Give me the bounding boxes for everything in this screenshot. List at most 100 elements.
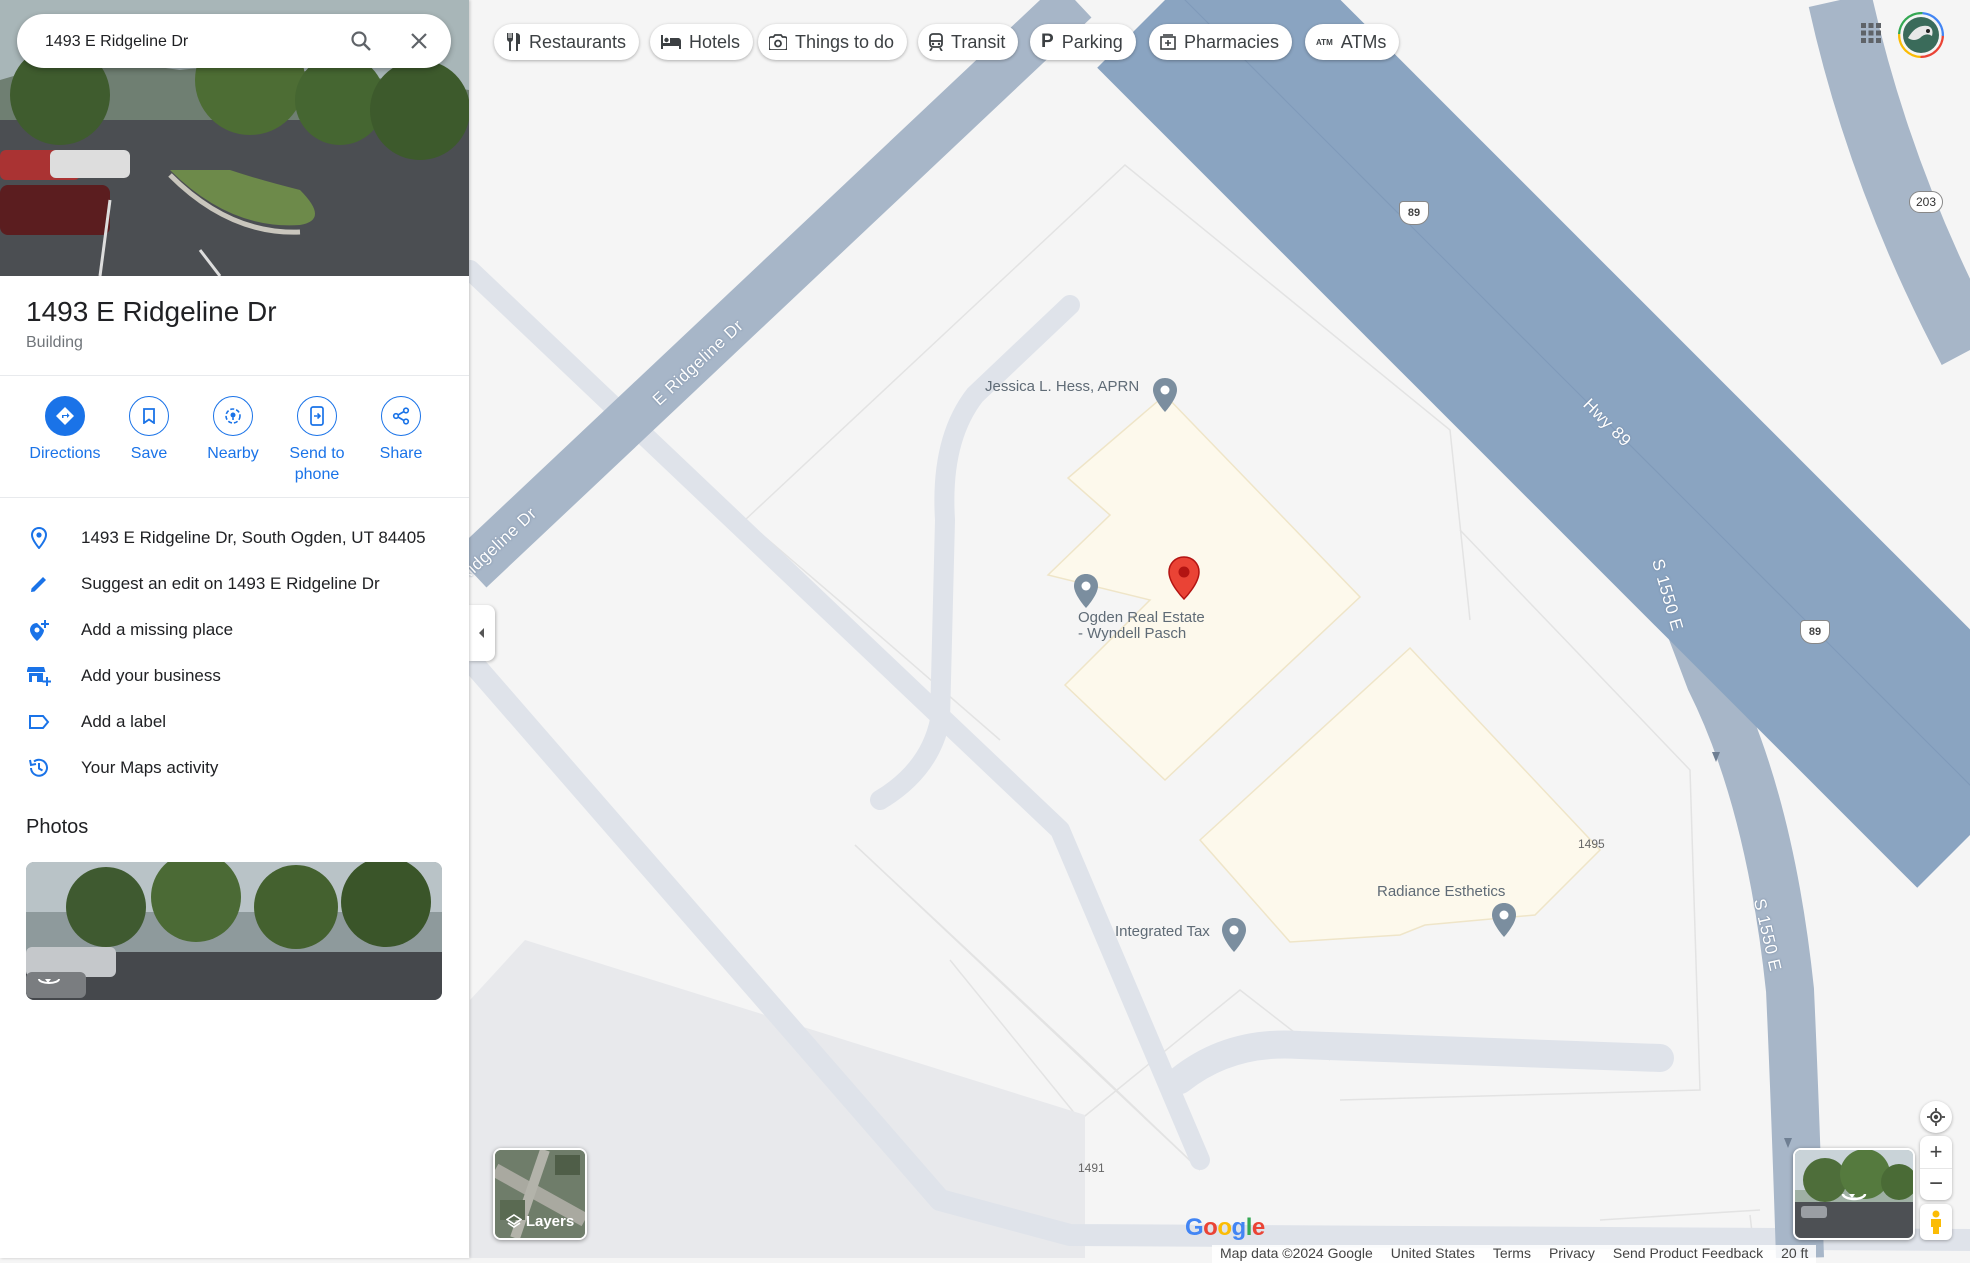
collapse-panel-button[interactable] (469, 605, 495, 661)
region-link[interactable]: United States (1391, 1245, 1475, 1263)
selected-location-pin-icon[interactable] (1168, 556, 1200, 600)
suggest-edit-row[interactable]: Suggest an edit on 1493 E Ridgeline Dr (0, 561, 469, 605)
bookmark-icon (129, 396, 169, 436)
address-number-1495: 1495 (1578, 837, 1605, 851)
search-icon (351, 31, 371, 51)
maps-activity-text: Your Maps activity (81, 758, 219, 777)
place-label-radiance-esthetics[interactable]: Radiance Esthetics (1377, 883, 1505, 900)
place-pin-icon[interactable] (1153, 378, 1177, 412)
add-business-text: Add your business (81, 666, 221, 685)
label-icon (26, 709, 52, 735)
zoom-in-button[interactable]: + (1920, 1137, 1952, 1169)
photos-heading: Photos (26, 816, 89, 838)
pegman-button[interactable] (1920, 1204, 1952, 1240)
scale-indicator[interactable]: 20 ft (1781, 1245, 1808, 1263)
search-input[interactable] (43, 26, 347, 58)
pencil-icon (26, 571, 52, 597)
divider (0, 497, 469, 498)
place-category: Building (26, 334, 83, 351)
pegman-icon (1931, 1210, 1941, 1234)
avatar[interactable] (1898, 12, 1944, 58)
save-button[interactable]: Save (107, 394, 191, 464)
location-pin-icon (26, 525, 52, 551)
chip-label: Restaurants (529, 31, 627, 52)
place-label: Jessica L. Hess, APRN (985, 378, 1140, 395)
layers-label: Layers (495, 1213, 585, 1230)
360-view-icon (38, 978, 60, 984)
directions-icon (45, 396, 85, 436)
route-203-shield: 203 (1909, 191, 1943, 213)
bed-icon (661, 35, 681, 49)
add-business-icon (26, 663, 52, 689)
chip-label: Parking (1061, 31, 1123, 52)
chip-pharmacies[interactable]: Pharmacies (1149, 24, 1293, 60)
parking-icon: P (1041, 31, 1054, 52)
map-footer: Map data ©2024 Google United States Term… (1212, 1245, 1817, 1263)
nearby-icon (213, 396, 253, 436)
action-label: Nearby (207, 445, 259, 462)
search-button[interactable] (345, 25, 377, 57)
chip-transit[interactable]: Transit (918, 24, 1019, 60)
zoom-controls: + − (1920, 1136, 1952, 1200)
add-label-row[interactable]: Add a label (0, 699, 469, 743)
maps-activity-row[interactable]: Your Maps activity (0, 745, 469, 789)
clear-search-button[interactable] (403, 25, 435, 57)
place-label-integrated-tax[interactable]: Integrated Tax (1115, 923, 1210, 940)
privacy-link[interactable]: Privacy (1549, 1245, 1595, 1263)
search-box (17, 14, 451, 68)
address-text: 1493 E Ridgeline Dr, South Ogden, UT 844… (81, 528, 426, 547)
place-pin-icon[interactable] (1492, 903, 1516, 937)
my-location-icon (1927, 1108, 1945, 1126)
place-label-ogden-real-estate[interactable]: Ogden Real Estate - Wyndell Pasch (1078, 610, 1205, 642)
chip-label: Transit (951, 31, 1006, 52)
address-row[interactable]: 1493 E Ridgeline Dr, South Ogden, UT 844… (0, 515, 469, 559)
chip-label: Hotels (689, 31, 741, 52)
layers-button[interactable]: Layers (493, 1148, 587, 1240)
share-button[interactable]: Share (359, 394, 443, 464)
share-icon (381, 396, 421, 436)
chevron-left-icon (479, 628, 484, 638)
chip-atms[interactable]: ATM ATMs (1305, 24, 1400, 60)
my-location-button[interactable] (1920, 1101, 1952, 1133)
map-data-attribution: Map data ©2024 Google (1220, 1245, 1373, 1261)
close-icon (411, 33, 427, 49)
divider (0, 375, 469, 376)
google-logo: Google (1185, 1214, 1265, 1241)
camera-icon (769, 34, 787, 50)
directions-button[interactable]: Directions (23, 394, 107, 464)
action-label: Send to phone (289, 445, 345, 483)
place-panel: 1493 E Ridgeline Dr Building Directions … (0, 0, 469, 1258)
send-to-phone-button[interactable]: Send to phone (275, 394, 359, 485)
layers-icon (505, 1213, 522, 1228)
place-pin-icon[interactable] (1074, 574, 1098, 608)
street-view-photo[interactable] (26, 862, 442, 1000)
page-title: 1493 E Ridgeline Dr (26, 296, 277, 327)
action-label: Share (379, 445, 423, 462)
add-business-row[interactable]: Add your business (0, 653, 469, 697)
chip-hotels[interactable]: Hotels (650, 24, 754, 60)
add-place-icon (26, 617, 52, 643)
place-pin-icon[interactable] (1222, 918, 1246, 952)
add-missing-place-text: Add a missing place (81, 620, 234, 639)
train-icon (929, 33, 943, 51)
us-89-shield: 89 (1399, 201, 1429, 225)
terms-link[interactable]: Terms (1493, 1245, 1531, 1263)
chip-things-to-do[interactable]: Things to do (758, 24, 908, 60)
add-label-text: Add a label (81, 712, 167, 731)
us-89-shield: 89 (1800, 620, 1830, 644)
pharmacy-icon (1160, 34, 1176, 50)
street-view-thumbnail[interactable] (1793, 1148, 1915, 1240)
feedback-link[interactable]: Send Product Feedback (1613, 1245, 1763, 1263)
place-jessica-hess[interactable]: Jessica L. Hess, APRN (985, 378, 1139, 396)
chip-label: ATMs (1340, 31, 1387, 52)
chip-parking[interactable]: P Parking (1030, 24, 1136, 60)
nearby-button[interactable]: Nearby (191, 394, 275, 464)
add-missing-place-row[interactable]: Add a missing place (0, 607, 469, 651)
apps-grid-icon[interactable] (1858, 20, 1884, 46)
chip-restaurants[interactable]: Restaurants (494, 24, 640, 60)
address-number-1491: 1491 (1078, 1161, 1105, 1175)
atm-icon: ATM (1316, 37, 1333, 47)
suggest-edit-text: Suggest an edit on 1493 E Ridgeline Dr (81, 574, 380, 593)
zoom-out-button[interactable]: − (1920, 1169, 1952, 1200)
chip-label: Things to do (795, 31, 895, 52)
